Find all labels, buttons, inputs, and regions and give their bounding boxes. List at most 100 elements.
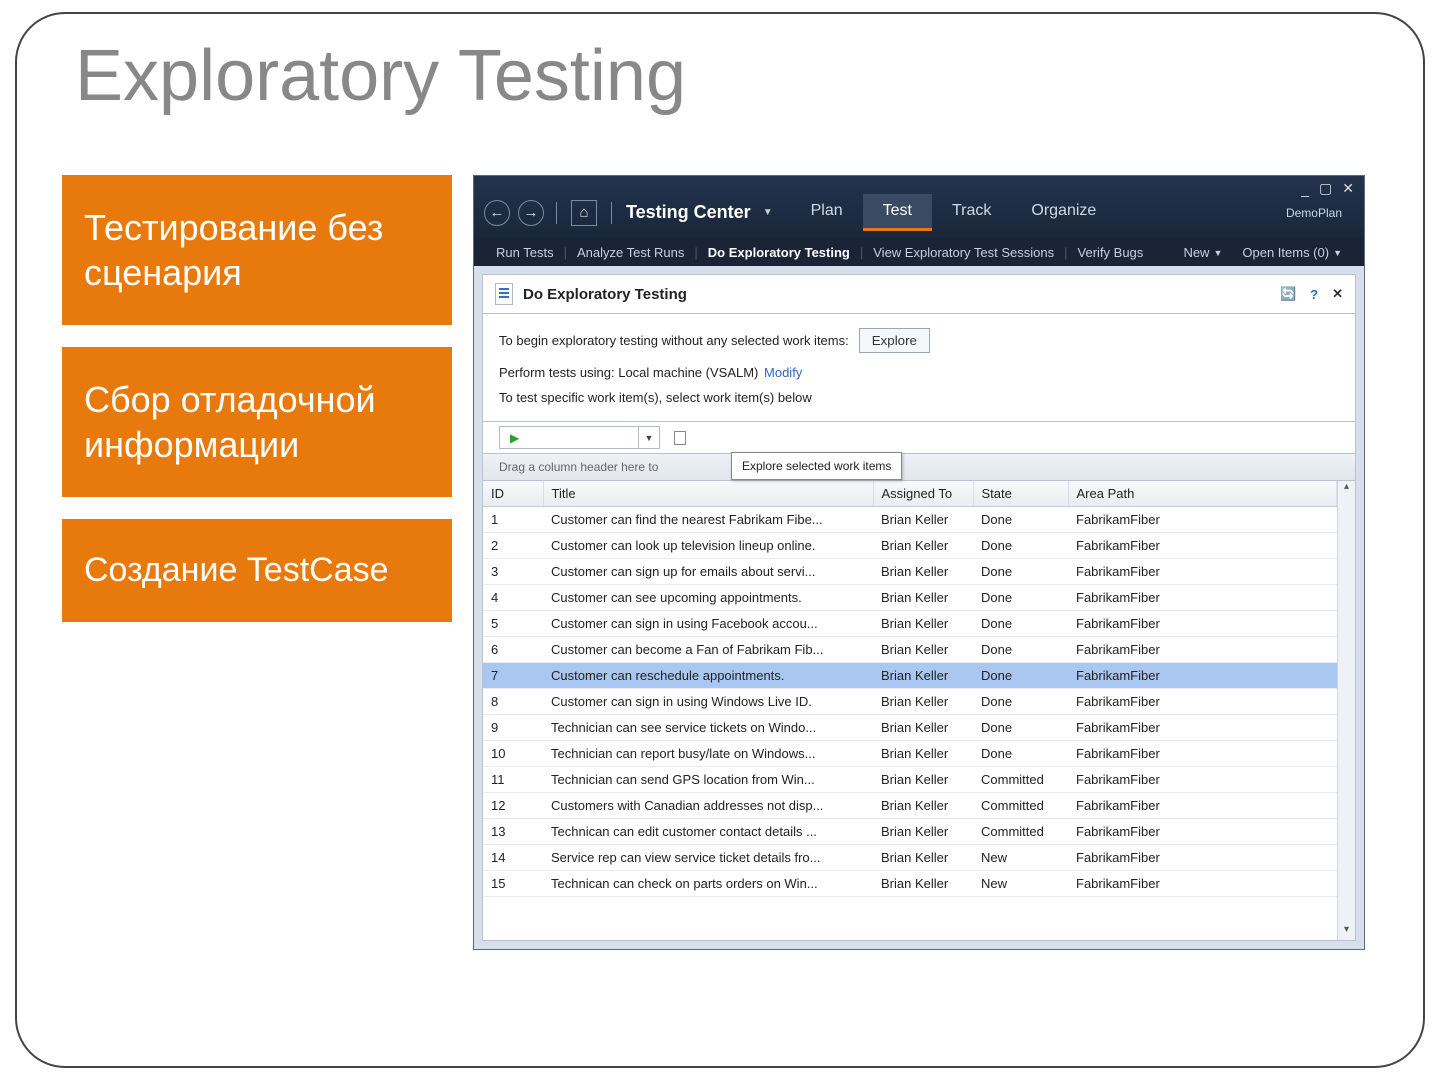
table-row[interactable]: 13Technican can edit customer contact de… [483, 819, 1337, 845]
main-tabs: Plan Test Track Organize [791, 194, 1117, 231]
table-row[interactable]: 8Customer can sign in using Windows Live… [483, 689, 1337, 715]
cell-assigned: Brian Keller [873, 559, 973, 585]
cell-state: Done [973, 689, 1068, 715]
panel-body: To begin exploratory testing without any… [482, 314, 1356, 422]
tab-organize[interactable]: Organize [1011, 194, 1116, 231]
new-dropdown[interactable]: New▼ [1173, 245, 1232, 260]
tab-track[interactable]: Track [932, 194, 1011, 231]
subnav-do-exploratory[interactable]: Do Exploratory Testing [698, 245, 860, 260]
explore-work-item-dropdown[interactable]: ▼ [639, 427, 660, 448]
table-row[interactable]: 1Customer can find the nearest Fabrikam … [483, 507, 1337, 533]
cell-id: 8 [483, 689, 543, 715]
main-toolbar: ← → ⌂ Testing Center ▼ Plan Test Track O… [474, 176, 1364, 239]
perform-tests-text: Perform tests using: Local machine (VSAL… [499, 365, 758, 380]
cell-state: Done [973, 585, 1068, 611]
cell-state: Done [973, 559, 1068, 585]
subnav-analyze[interactable]: Analyze Test Runs [567, 245, 694, 260]
cell-assigned: Brian Keller [873, 793, 973, 819]
orange-text-1: Тестирование без сценария [84, 205, 430, 295]
cell-id: 4 [483, 585, 543, 611]
plan-name[interactable]: DemoPlan [1286, 206, 1354, 220]
table-row[interactable]: 10Technician can report busy/late on Win… [483, 741, 1337, 767]
table-row[interactable]: 11Technician can send GPS location from … [483, 767, 1337, 793]
window-close-button[interactable]: ✕ [1342, 180, 1354, 197]
cell-area: FabrikamFiber [1068, 611, 1337, 637]
scroll-down-icon[interactable]: ▾ [1338, 924, 1355, 940]
cell-assigned: Brian Keller [873, 845, 973, 871]
modify-link[interactable]: Modify [764, 365, 802, 380]
table-row[interactable]: 3Customer can sign up for emails about s… [483, 559, 1337, 585]
app-title-dropdown-icon[interactable]: ▼ [763, 207, 773, 218]
orange-column: Тестирование без сценария Сбор отладочно… [62, 175, 452, 644]
cell-area: FabrikamFiber [1068, 871, 1337, 897]
cell-id: 1 [483, 507, 543, 533]
home-button[interactable]: ⌂ [571, 200, 597, 226]
chevron-down-icon: ▼ [1333, 248, 1342, 258]
table-row[interactable]: 5Customer can sign in using Facebook acc… [483, 611, 1337, 637]
grid-wrap: ID Title Assigned To State Area Path 1Cu… [482, 481, 1356, 941]
table-row[interactable]: 15Technican can check on parts orders on… [483, 871, 1337, 897]
cell-title: Customer can reschedule appointments. [543, 663, 873, 689]
cell-area: FabrikamFiber [1068, 689, 1337, 715]
cell-assigned: Brian Keller [873, 715, 973, 741]
maximize-button[interactable]: ▢ [1319, 180, 1332, 197]
group-by-row[interactable]: Drag a column header here to Explore sel… [482, 453, 1356, 481]
toolbar-sep-2 [611, 202, 612, 224]
cell-title: Customer can find the nearest Fabrikam F… [543, 507, 873, 533]
col-area[interactable]: Area Path [1068, 481, 1337, 507]
panel-close-icon[interactable]: ✕ [1332, 286, 1343, 302]
table-row[interactable]: 14Service rep can view service ticket de… [483, 845, 1337, 871]
col-title[interactable]: Title [543, 481, 873, 507]
work-item-grid[interactable]: ID Title Assigned To State Area Path 1Cu… [483, 481, 1337, 940]
table-row[interactable]: 2Customer can look up television lineup … [483, 533, 1337, 559]
table-row[interactable]: 12Customers with Canadian addresses not … [483, 793, 1337, 819]
forward-button[interactable]: → [518, 200, 544, 226]
grid-toolbar: ▶Explore work item ▼ Open [482, 422, 1356, 453]
cell-area: FabrikamFiber [1068, 663, 1337, 689]
cell-assigned: Brian Keller [873, 637, 973, 663]
vertical-scrollbar[interactable]: ▴ ▾ [1337, 481, 1355, 940]
subnav-verify-bugs[interactable]: Verify Bugs [1068, 245, 1154, 260]
cell-id: 12 [483, 793, 543, 819]
document-icon [495, 283, 513, 305]
cell-area: FabrikamFiber [1068, 819, 1337, 845]
table-row[interactable]: 6Customer can become a Fan of Fabrikam F… [483, 637, 1337, 663]
cell-title: Customers with Canadian addresses not di… [543, 793, 873, 819]
tab-test[interactable]: Test [863, 194, 932, 231]
minimize-button[interactable]: _ [1301, 181, 1309, 197]
cell-id: 14 [483, 845, 543, 871]
grid-header-row: ID Title Assigned To State Area Path [483, 481, 1337, 507]
cell-state: Done [973, 741, 1068, 767]
subnav-view-sessions[interactable]: View Exploratory Test Sessions [863, 245, 1064, 260]
orange-text-3: Создание TestCase [84, 549, 430, 592]
cell-id: 9 [483, 715, 543, 741]
help-icon[interactable]: ? [1310, 287, 1318, 302]
table-row[interactable]: 9Technician can see service tickets on W… [483, 715, 1337, 741]
cell-area: FabrikamFiber [1068, 715, 1337, 741]
orange-text-2: Сбор отладочной информации [84, 377, 430, 467]
cell-title: Customer can sign up for emails about se… [543, 559, 873, 585]
cell-title: Technician can report busy/late on Windo… [543, 741, 873, 767]
refresh-icon[interactable]: 🔄 [1280, 286, 1296, 302]
explore-button[interactable]: Explore [859, 328, 930, 353]
scroll-up-icon[interactable]: ▴ [1338, 481, 1355, 497]
cell-id: 10 [483, 741, 543, 767]
explore-work-item-button[interactable]: ▶Explore work item ▼ [499, 426, 660, 449]
open-items-dropdown[interactable]: Open Items (0)▼ [1232, 245, 1352, 260]
col-id[interactable]: ID [483, 481, 543, 507]
app-title: Testing Center [626, 202, 751, 223]
cell-assigned: Brian Keller [873, 507, 973, 533]
table-row[interactable]: 4Customer can see upcoming appointments.… [483, 585, 1337, 611]
chevron-down-icon: ▼ [1213, 248, 1222, 258]
back-button[interactable]: ← [484, 200, 510, 226]
orange-block-1: Тестирование без сценария [62, 175, 452, 325]
col-assigned[interactable]: Assigned To [873, 481, 973, 507]
cell-assigned: Brian Keller [873, 585, 973, 611]
begin-text: To begin exploratory testing without any… [499, 333, 849, 348]
table-row[interactable]: 7Customer can reschedule appointments.Br… [483, 663, 1337, 689]
cell-state: Done [973, 533, 1068, 559]
col-state[interactable]: State [973, 481, 1068, 507]
subnav-run-tests[interactable]: Run Tests [486, 245, 564, 260]
tab-plan[interactable]: Plan [791, 194, 863, 231]
open-button[interactable]: Open [666, 427, 731, 448]
